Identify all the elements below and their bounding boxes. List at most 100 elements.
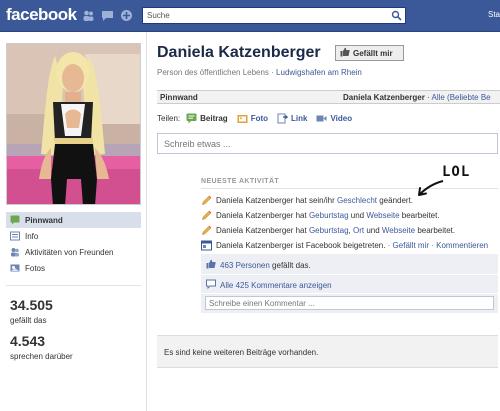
activity-text-part: geändert. bbox=[377, 196, 414, 205]
recent-activity-heading: NEUESTE AKTIVITÄT bbox=[201, 178, 280, 185]
share-option-label: Video bbox=[330, 114, 353, 123]
annotation-arrow-icon bbox=[418, 180, 444, 196]
video-icon bbox=[316, 113, 327, 124]
pencil-icon bbox=[201, 225, 212, 236]
facebook-page-icon bbox=[201, 240, 212, 251]
page-category: Person des öffentlichen Lebens bbox=[157, 68, 269, 77]
birthday-link[interactable]: Geburtstag bbox=[309, 211, 349, 220]
wall-title: Pinnwand bbox=[160, 93, 198, 102]
likes-label: gefällt das bbox=[10, 316, 47, 325]
activity-text-part: und bbox=[364, 226, 382, 235]
activity-text-part: Daniela Katzenberger ist Facebook beiget… bbox=[216, 241, 386, 250]
top-bar: facebook Suche Sta bbox=[0, 0, 500, 32]
divider bbox=[6, 285, 141, 286]
show-all-comments-link[interactable]: Alle 425 Kommentare anzeigen bbox=[220, 281, 332, 290]
share-status-tab[interactable]: Beitrag bbox=[186, 113, 228, 124]
sidebar-item-label: Info bbox=[25, 231, 39, 241]
lol-annotation: LOL bbox=[442, 164, 471, 180]
wall-filter: Daniela Katzenberger · Alle (Beliebte Be bbox=[343, 93, 491, 102]
page-title: Daniela Katzenberger bbox=[157, 44, 321, 61]
column-divider bbox=[146, 32, 147, 411]
comment-link[interactable]: Kommentieren bbox=[436, 241, 488, 250]
likes-count: 34.505 bbox=[10, 297, 53, 313]
photos-icon bbox=[10, 263, 20, 273]
talking-count: 4.543 bbox=[10, 333, 46, 349]
filter-owner[interactable]: Daniela Katzenberger bbox=[343, 93, 425, 102]
activity-item: Daniela Katzenberger hat sein/ihr Geschl… bbox=[201, 195, 413, 206]
website-link[interactable]: Webseite bbox=[382, 226, 415, 235]
share-option-label: Foto bbox=[250, 114, 269, 123]
location-link[interactable]: Ludwigshafen am Rhein bbox=[276, 68, 362, 77]
thumbs-up-icon bbox=[340, 47, 350, 59]
comment-bubble-icon bbox=[206, 279, 216, 291]
likers-link[interactable]: 463 Personen bbox=[220, 261, 270, 270]
likes-suffix: gefällt das. bbox=[269, 260, 311, 270]
share-photo-tab[interactable]: Foto bbox=[237, 113, 268, 124]
activity-text-part: Daniela Katzenberger hat sein/ihr bbox=[216, 196, 337, 205]
search-icon[interactable] bbox=[391, 10, 402, 21]
website-link[interactable]: Webseite bbox=[366, 211, 399, 220]
page-subtitle: Person des öffentlichen Lebens · Ludwigs… bbox=[157, 68, 362, 77]
pencil-icon bbox=[201, 195, 212, 206]
sidebar-item-aktivitaeten[interactable]: Aktivitäten von Freunden bbox=[6, 244, 141, 260]
share-bar: Teilen: Beitrag Foto Link Video bbox=[157, 113, 358, 124]
link-icon bbox=[277, 113, 289, 124]
sidebar-item-label: Aktivitäten von Freunden bbox=[25, 247, 114, 257]
location-link[interactable]: Ort bbox=[353, 226, 364, 235]
friend-requests-icon[interactable] bbox=[82, 9, 95, 22]
no-more-posts: Es sind keine weiteren Beiträge vorhande… bbox=[157, 335, 498, 368]
comments-summary[interactable]: Alle 425 Kommentare anzeigen bbox=[206, 279, 332, 291]
share-label: Teilen: bbox=[157, 114, 181, 123]
like-button-label: Gefällt mir bbox=[353, 48, 393, 58]
search-input[interactable]: Suche bbox=[147, 11, 170, 20]
activity-text: Daniela Katzenberger hat Geburtstag, Ort… bbox=[216, 226, 455, 235]
divider bbox=[201, 274, 498, 275]
talking-label: sprechen darüber bbox=[10, 352, 73, 361]
pencil-icon bbox=[201, 210, 212, 221]
search-box[interactable]: Suche bbox=[142, 7, 406, 24]
activity-text-part: Daniela Katzenberger hat bbox=[216, 226, 309, 235]
comment-placeholder[interactable]: Schreibe einen Kommentar ... bbox=[209, 299, 315, 308]
sidebar-item-info[interactable]: Info bbox=[6, 228, 141, 244]
notification-jewels bbox=[82, 9, 133, 22]
share-video-tab[interactable]: Video bbox=[316, 113, 352, 124]
separator: · bbox=[268, 68, 277, 77]
comment-input[interactable]: Schreibe einen Kommentar ... bbox=[205, 296, 494, 310]
filter-all-link[interactable]: Alle (Beliebte Be bbox=[431, 93, 490, 102]
share-link-tab[interactable]: Link bbox=[277, 113, 307, 124]
like-page-button[interactable]: Gefällt mir bbox=[335, 45, 404, 61]
likes-summary-text: 463 Personen gefällt das. bbox=[220, 261, 311, 270]
sidebar-item-pinnwand[interactable]: Pinnwand bbox=[6, 212, 141, 228]
activity-item: Daniela Katzenberger ist Facebook beiget… bbox=[201, 240, 488, 251]
sidebar-item-label: Pinnwand bbox=[25, 215, 63, 225]
sidebar-item-fotos[interactable]: Fotos bbox=[6, 260, 141, 276]
separator: · bbox=[385, 241, 393, 250]
profile-nav: Pinnwand Info Aktivitäten von Freunden F… bbox=[6, 212, 141, 276]
gender-link[interactable]: Geschlecht bbox=[337, 196, 377, 205]
facebook-logo[interactable]: facebook bbox=[6, 5, 77, 25]
profile-picture[interactable] bbox=[6, 43, 141, 205]
divider bbox=[201, 188, 498, 189]
sidebar-item-label: Fotos bbox=[25, 263, 46, 273]
likes-summary: 463 Personen gefällt das. bbox=[206, 259, 311, 271]
thumbs-up-icon bbox=[206, 259, 216, 271]
activity-text-part: bearbeitet. bbox=[415, 226, 456, 235]
like-link[interactable]: Gefällt mir bbox=[393, 241, 429, 250]
wall-tab-bar: Pinnwand Daniela Katzenberger · Alle (Be… bbox=[157, 90, 500, 104]
status-icon bbox=[186, 113, 197, 124]
share-option-label: Beitrag bbox=[200, 114, 228, 123]
top-nav-link[interactable]: Sta bbox=[488, 10, 500, 19]
friends-icon bbox=[10, 247, 20, 257]
wall-icon bbox=[10, 215, 20, 225]
likes-comments-box: 463 Personen gefällt das. Alle 425 Komme… bbox=[201, 254, 498, 313]
activity-item: Daniela Katzenberger hat Geburtstag und … bbox=[201, 210, 440, 221]
notifications-icon[interactable] bbox=[120, 9, 133, 22]
birthday-link[interactable]: Geburtstag bbox=[309, 226, 349, 235]
share-option-label: Link bbox=[291, 114, 308, 123]
photo-icon bbox=[237, 113, 248, 124]
activity-text: Daniela Katzenberger hat sein/ihr Geschl… bbox=[216, 196, 413, 205]
messages-icon[interactable] bbox=[101, 9, 114, 22]
composer-placeholder[interactable]: Schreib etwas ... bbox=[164, 139, 231, 149]
status-composer[interactable]: Schreib etwas ... bbox=[157, 133, 498, 154]
info-icon bbox=[10, 231, 20, 241]
